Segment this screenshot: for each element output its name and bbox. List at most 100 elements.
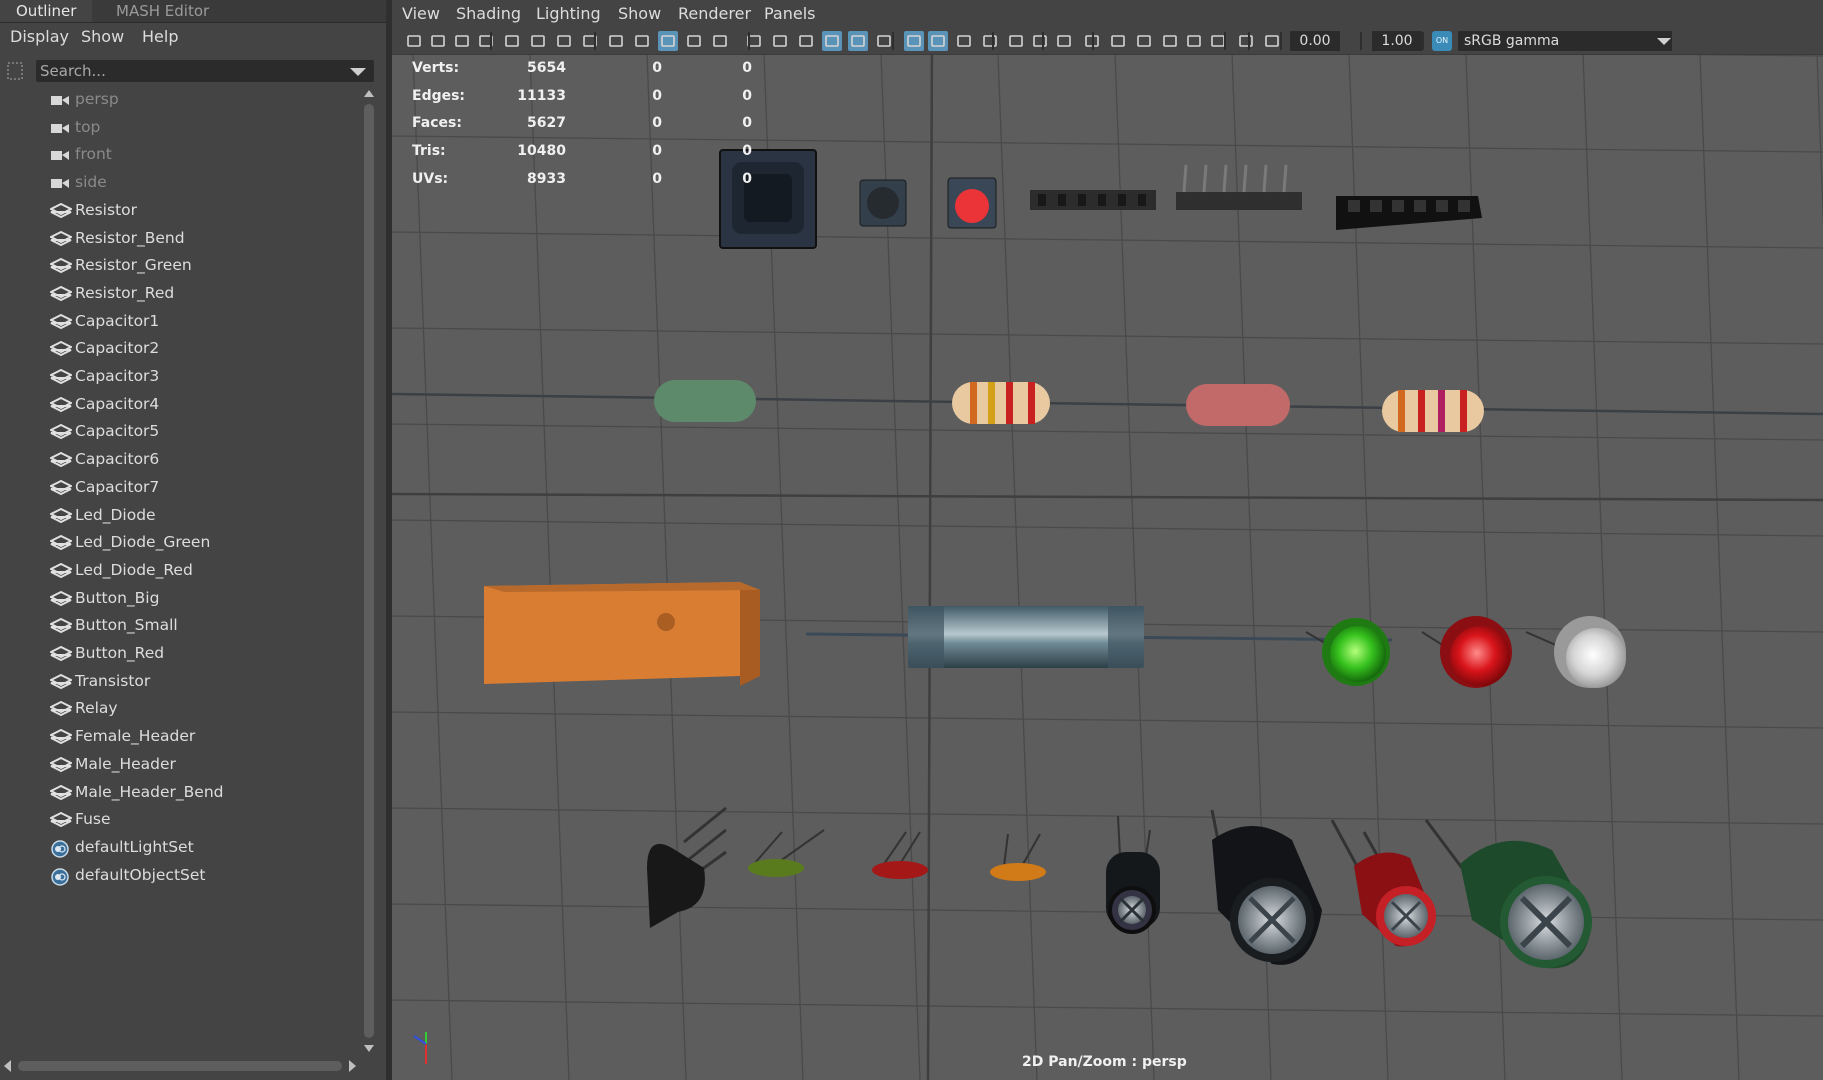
outliner-item-resistor-bend[interactable]: Resistor_Bend (0, 225, 360, 253)
outliner-item-transistor[interactable]: Transistor (0, 668, 360, 696)
outliner-item-relay[interactable]: Relay (0, 695, 360, 723)
toolbar-tool-icon[interactable] (452, 31, 472, 51)
toolbar-tool-icon[interactable] (554, 31, 574, 51)
color-space-select[interactable]: sRGB gamma (1458, 31, 1672, 51)
gamma-field[interactable]: 1.00 (1372, 31, 1422, 51)
search-input[interactable] (40, 60, 340, 82)
toolbar-tool-icon[interactable] (1236, 31, 1256, 51)
outliner-item-male-header-bend[interactable]: Male_Header_Bend (0, 779, 360, 807)
toolbar-tool-icon[interactable] (1030, 31, 1050, 51)
tab-mash-editor[interactable]: MASH Editor (100, 0, 225, 22)
search-field[interactable] (36, 60, 374, 82)
toolbar-tool-icon[interactable] (822, 31, 842, 51)
outliner-item-button-small[interactable]: Button_Small (0, 612, 360, 640)
toolbar-tool-icon[interactable] (796, 31, 816, 51)
outliner-item-resistor[interactable]: Resistor (0, 197, 360, 225)
scroll-left-icon[interactable] (4, 1060, 11, 1072)
toolbar-tool-icon[interactable] (928, 31, 948, 51)
color-space-dropdown-icon[interactable] (1657, 38, 1671, 45)
toolbar-tool-icon[interactable] (770, 31, 790, 51)
led-diode-red-model[interactable] (1421, 616, 1512, 688)
scroll-thumb[interactable] (364, 104, 374, 1038)
toolbar-tool-icon[interactable] (1108, 31, 1128, 51)
female-header-model[interactable] (1030, 190, 1156, 210)
led-diode-model[interactable] (1525, 616, 1626, 688)
outliner-item-led-diode-green[interactable]: Led_Diode_Green (0, 529, 360, 557)
scroll-right-icon[interactable] (349, 1060, 356, 1072)
resistor-green-model[interactable] (654, 380, 756, 422)
outliner-item-male-header[interactable]: Male_Header (0, 751, 360, 779)
toolbar-tool-icon[interactable] (848, 31, 868, 51)
relay-model[interactable] (484, 582, 760, 686)
fuse-model[interactable] (805, 606, 1393, 668)
toolbar-tool-icon[interactable] (658, 31, 678, 51)
toolbar-tool-icon[interactable] (428, 31, 448, 51)
outliner-item-defaultobjectset[interactable]: defaultObjectSet (0, 862, 360, 890)
toolbar-tool-icon[interactable] (1262, 31, 1282, 51)
outliner-item-defaultlightset[interactable]: defaultLightSet (0, 834, 360, 862)
toolbar-tool-icon[interactable] (1134, 31, 1154, 51)
viewport-canvas[interactable] (392, 0, 1823, 1080)
outliner-item-resistor-green[interactable]: Resistor_Green (0, 252, 360, 280)
toolbar-tool-icon[interactable] (606, 31, 626, 51)
outliner-item-capacitor2[interactable]: Capacitor2 (0, 335, 360, 363)
outliner-item-female-header[interactable]: Female_Header (0, 723, 360, 751)
scroll-down-icon[interactable] (364, 1045, 374, 1052)
led-diode-green-model[interactable] (1305, 618, 1390, 686)
outliner-item-capacitor7[interactable]: Capacitor7 (0, 474, 360, 502)
exposure-field[interactable]: 0.00 (1290, 31, 1340, 51)
menu-renderer[interactable]: Renderer (678, 0, 751, 28)
toolbar-tool-icon[interactable] (904, 31, 924, 51)
menu-show[interactable]: Show (81, 24, 124, 50)
capacitor5-model[interactable] (1210, 809, 1322, 965)
resistor-model[interactable] (1382, 390, 1484, 432)
outliner-vertical-scrollbar[interactable] (362, 88, 376, 1054)
outliner-item-button-red[interactable]: Button_Red (0, 640, 360, 668)
menu-panels[interactable]: Panels (764, 0, 816, 28)
outliner-item-top[interactable]: top (0, 114, 360, 142)
outliner-item-capacitor6[interactable]: Capacitor6 (0, 446, 360, 474)
toolbar-tool-icon[interactable] (502, 31, 522, 51)
resistor-red-model[interactable] (1186, 384, 1290, 426)
toolbar-tool-icon[interactable] (1006, 31, 1026, 51)
capacitor4-model[interactable] (1106, 815, 1160, 934)
menu-shading[interactable]: Shading (456, 0, 521, 28)
toolbar-tool-icon[interactable] (980, 31, 1000, 51)
toolbar-tool-icon[interactable] (684, 31, 704, 51)
toolbar-tool-icon[interactable] (1160, 31, 1180, 51)
outliner-item-front[interactable]: front (0, 141, 360, 169)
button-big-model[interactable] (719, 149, 817, 249)
toolbar-tool-icon[interactable] (874, 31, 894, 51)
toolbar-tool-icon[interactable] (632, 31, 652, 51)
toolbar-tool-icon[interactable] (404, 31, 424, 51)
button-red-model[interactable] (947, 177, 997, 229)
outliner-item-capacitor4[interactable]: Capacitor4 (0, 391, 360, 419)
outliner-item-side[interactable]: side (0, 169, 360, 197)
outliner-item-resistor-red[interactable]: Resistor_Red (0, 280, 360, 308)
menu-lighting[interactable]: Lighting (536, 0, 601, 28)
outliner-item-persp[interactable]: persp (0, 86, 360, 114)
male-header-model[interactable] (1336, 196, 1482, 230)
toolbar-tool-icon[interactable] (476, 31, 496, 51)
toolbar-tool-icon[interactable] (710, 31, 730, 51)
capacitor1-model[interactable] (748, 829, 825, 877)
menu-show[interactable]: Show (618, 0, 661, 28)
toolbar-tool-icon[interactable] (1054, 31, 1074, 51)
scroll-up-icon[interactable] (364, 90, 374, 97)
toolbar-tool-icon[interactable] (528, 31, 548, 51)
outliner-item-button-big[interactable]: Button_Big (0, 585, 360, 613)
search-dropdown-icon[interactable] (350, 68, 366, 76)
outliner-item-fuse[interactable]: Fuse (0, 806, 360, 834)
menu-display[interactable]: Display (10, 24, 69, 50)
capacitor2-model[interactable] (872, 831, 928, 879)
capacitor3-model[interactable] (990, 833, 1046, 881)
outliner-item-capacitor3[interactable]: Capacitor3 (0, 363, 360, 391)
filter-icon[interactable] (6, 60, 26, 82)
hscroll-thumb[interactable] (18, 1061, 342, 1071)
toolbar-tool-icon[interactable] (1184, 31, 1204, 51)
button-small-model[interactable] (859, 179, 907, 227)
tab-outliner[interactable]: Outliner (0, 0, 93, 22)
transistor-model[interactable] (647, 806, 727, 928)
toolbar-tool-icon[interactable] (744, 31, 764, 51)
capacitor7-model[interactable] (1424, 819, 1592, 969)
